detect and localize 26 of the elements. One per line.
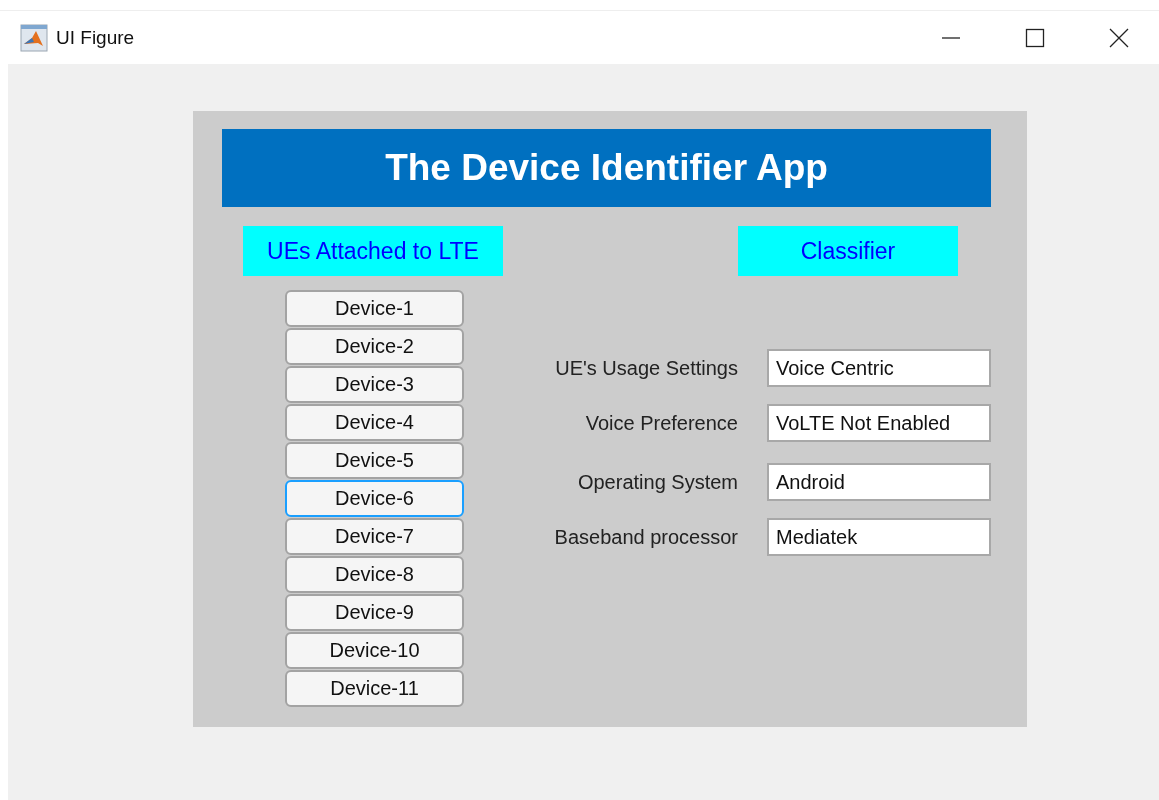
field-label: Voice Preference [584,411,738,435]
close-icon[interactable] [1109,27,1129,48]
app-logo-icon [20,23,48,52]
device-button[interactable]: Device-9 [285,594,464,631]
field-label: Operating System [576,470,738,494]
field-label: UE's Usage Settings [554,356,738,380]
device-button[interactable]: Device-2 [285,328,464,365]
device-button[interactable]: Device-3 [285,366,464,403]
device-button[interactable]: Device-10 [285,632,464,669]
device-button[interactable]: Device-11 [285,670,464,707]
device-button[interactable]: Device-5 [285,442,464,479]
device-button[interactable]: Device-8 [285,556,464,593]
maximize-icon[interactable] [1025,27,1045,48]
app-title: The Device Identifier App [222,129,991,207]
device-button[interactable]: Device-1 [285,290,464,327]
text-field[interactable]: VoLTE Not Enabled [767,404,991,442]
device-button[interactable]: Device-4 [285,404,464,441]
section-heading: UEs Attached to LTE [243,226,503,276]
text-field[interactable]: Mediatek [767,518,991,556]
section-heading: Classifier [738,226,958,276]
text-field[interactable]: Android [767,463,991,501]
window-title: UI Figure [56,26,135,49]
field-label: Baseband processor [553,525,738,549]
device-button[interactable]: Device-7 [285,518,464,555]
device-button[interactable]: Device-6 [285,480,464,517]
text-field[interactable]: Voice Centric [767,349,991,387]
